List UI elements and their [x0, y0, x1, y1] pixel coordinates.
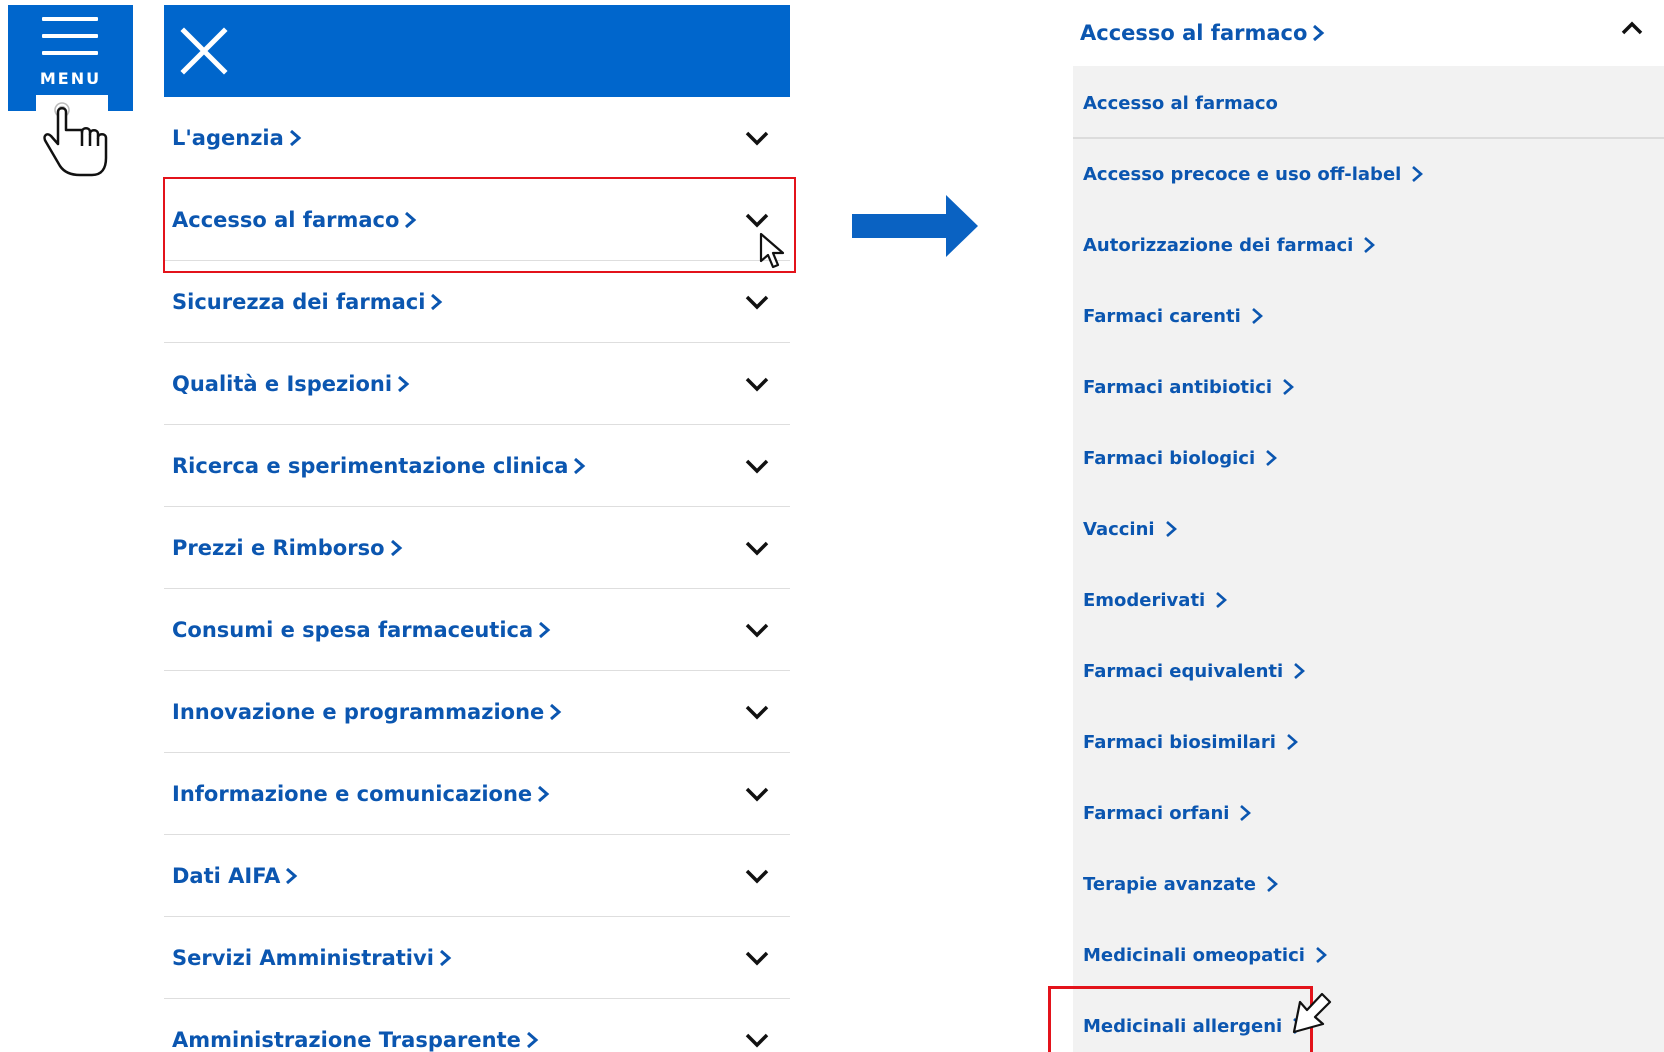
submenu-item[interactable]: Accesso al farmaco	[1073, 76, 1664, 130]
submenu-item-label[interactable]: Farmaci biosimilari	[1083, 732, 1276, 753]
nav-item-ricerca[interactable]: Ricerca e sperimentazione clinica	[164, 425, 790, 507]
submenu-item-label[interactable]: Farmaci equivalenti	[1083, 661, 1283, 682]
chevron-right-icon	[431, 293, 443, 310]
right-arrow-icon	[852, 195, 978, 257]
nav-item-label[interactable]: Qualità e Ispezioni	[172, 372, 392, 396]
nav-item-prezzi[interactable]: Prezzi e Rimborso	[164, 507, 790, 589]
chevron-right-icon	[1165, 521, 1177, 537]
chevron-right-icon	[1216, 592, 1228, 608]
nav-item-label[interactable]: Amministrazione Trasparente	[172, 1028, 521, 1052]
submenu-item-label[interactable]: Vaccini	[1083, 519, 1155, 540]
nav-item-informazione[interactable]: Informazione e comunicazione	[164, 753, 790, 835]
chevron-right-icon	[398, 375, 410, 392]
submenu-item-label[interactable]: Accesso precoce e uso off-label	[1083, 164, 1401, 185]
submenu-item[interactable]: Farmaci biologici	[1073, 431, 1664, 485]
submenu-item[interactable]: Farmaci biosimilari	[1073, 715, 1664, 769]
nav-item-label[interactable]: Innovazione e programmazione	[172, 700, 544, 724]
chevron-right-icon	[1240, 805, 1252, 821]
chevron-right-icon	[1283, 379, 1295, 395]
nav-item-amministrazione[interactable]: Amministrazione Trasparente	[164, 999, 790, 1052]
chevron-right-icon	[286, 867, 298, 884]
submenu-item[interactable]: Farmaci carenti	[1073, 289, 1664, 343]
chevron-down-icon[interactable]	[744, 786, 770, 802]
nav-item-consumi[interactable]: Consumi e spesa farmaceutica	[164, 589, 790, 671]
menu-label: MENU	[39, 69, 102, 88]
nav-item-sicurezza[interactable]: Sicurezza dei farmaci	[164, 261, 790, 343]
chevron-right-icon	[1364, 237, 1376, 253]
chevron-right-icon	[1412, 166, 1424, 182]
nav-item-label[interactable]: Consumi e spesa farmaceutica	[172, 618, 533, 642]
nav-item-label[interactable]: Informazione e comunicazione	[172, 782, 532, 806]
chevron-down-icon[interactable]	[744, 376, 770, 392]
submenu-item-label[interactable]: Farmaci biologici	[1083, 448, 1255, 469]
submenu-item-label[interactable]: Farmaci antibiotici	[1083, 377, 1272, 398]
chevron-right-icon	[538, 785, 550, 802]
close-icon[interactable]	[178, 25, 230, 77]
nav-item-dati-aifa[interactable]: Dati AIFA	[164, 835, 790, 917]
chevron-right-icon	[1287, 734, 1298, 750]
chevron-right-icon	[574, 457, 586, 474]
nav-item-label[interactable]: Prezzi e Rimborso	[172, 536, 385, 560]
chevron-down-icon[interactable]	[744, 704, 770, 720]
chevron-right-icon	[439, 949, 452, 966]
chevron-right-icon	[1267, 876, 1278, 892]
nav-item-label[interactable]: L'agenzia	[172, 126, 284, 150]
nav-item-servizi[interactable]: Servizi Amministrativi	[164, 917, 790, 999]
arrow-cursor-icon	[759, 232, 785, 269]
chevron-down-icon[interactable]	[744, 130, 770, 146]
submenu-item-label[interactable]: Autorizzazione dei farmaci	[1083, 235, 1353, 256]
submenu-item-label[interactable]: Accesso al farmaco	[1083, 93, 1278, 114]
chevron-down-icon[interactable]	[744, 294, 770, 310]
chevron-down-icon[interactable]	[744, 458, 770, 474]
chevron-down-icon[interactable]	[744, 950, 770, 966]
nav-item-label[interactable]: Sicurezza dei farmaci	[172, 290, 425, 314]
submenu-item-label[interactable]: Medicinali omeopatici	[1083, 945, 1305, 966]
chevron-right-icon	[1266, 450, 1278, 466]
submenu-item[interactable]: Terapie avanzate	[1073, 857, 1664, 911]
hand-pointer-icon	[43, 102, 108, 177]
submenu-divider	[1073, 137, 1664, 139]
chevron-up-icon[interactable]	[1620, 20, 1644, 36]
nav-item-label[interactable]: Servizi Amministrativi	[172, 946, 434, 970]
nav-item-label[interactable]: Dati AIFA	[172, 864, 280, 888]
nav-item-qualita[interactable]: Qualità e Ispezioni	[164, 343, 790, 425]
chevron-right-icon	[1313, 24, 1325, 42]
chevron-down-icon[interactable]	[744, 540, 770, 556]
chevron-down-icon[interactable]	[744, 868, 770, 884]
hamburger-icon	[42, 17, 98, 68]
submenu-item[interactable]: Accesso precoce e uso off-label	[1073, 147, 1664, 201]
submenu-item[interactable]: Medicinali omeopatici	[1073, 928, 1664, 982]
highlight-box	[163, 177, 796, 273]
highlight-box	[1048, 986, 1313, 1052]
chevron-down-icon[interactable]	[744, 622, 770, 638]
chevron-right-icon	[526, 1031, 539, 1048]
submenu-item[interactable]: Emoderivati	[1073, 573, 1664, 627]
chevron-down-icon[interactable]	[744, 1032, 770, 1048]
submenu-item-label[interactable]: Emoderivati	[1083, 590, 1205, 611]
arrow-cursor-icon	[1292, 992, 1332, 1034]
submenu-item[interactable]: Farmaci equivalenti	[1073, 644, 1664, 698]
submenu-item[interactable]: Farmaci antibiotici	[1073, 360, 1664, 414]
nav-item-innovazione[interactable]: Innovazione e programmazione	[164, 671, 790, 753]
menu-panel-header	[164, 5, 790, 97]
menu-button[interactable]: MENU	[8, 5, 133, 111]
chevron-right-icon	[1294, 663, 1306, 679]
chevron-right-icon	[550, 703, 562, 720]
submenu-item[interactable]: Farmaci orfani	[1073, 786, 1664, 840]
submenu-list: Accesso al farmaco Accesso precoce e uso…	[1073, 66, 1664, 1052]
submenu-item[interactable]: Vaccini	[1073, 502, 1664, 556]
submenu-header-label[interactable]: Accesso al farmaco	[1080, 21, 1307, 45]
submenu-header[interactable]: Accesso al farmaco	[1076, 0, 1664, 66]
nav-item-label[interactable]: Ricerca e sperimentazione clinica	[172, 454, 568, 478]
nav-item-agenzia[interactable]: L'agenzia	[164, 97, 790, 179]
submenu-item-label[interactable]: Farmaci orfani	[1083, 803, 1229, 824]
chevron-right-icon	[1316, 947, 1327, 963]
chevron-right-icon	[1251, 308, 1263, 324]
submenu-item[interactable]: Autorizzazione dei farmaci	[1073, 218, 1664, 272]
chevron-right-icon	[539, 621, 551, 638]
chevron-right-icon	[289, 129, 302, 146]
submenu-item-label[interactable]: Farmaci carenti	[1083, 306, 1241, 327]
chevron-right-icon	[390, 539, 402, 556]
submenu-item-label[interactable]: Terapie avanzate	[1083, 874, 1256, 895]
